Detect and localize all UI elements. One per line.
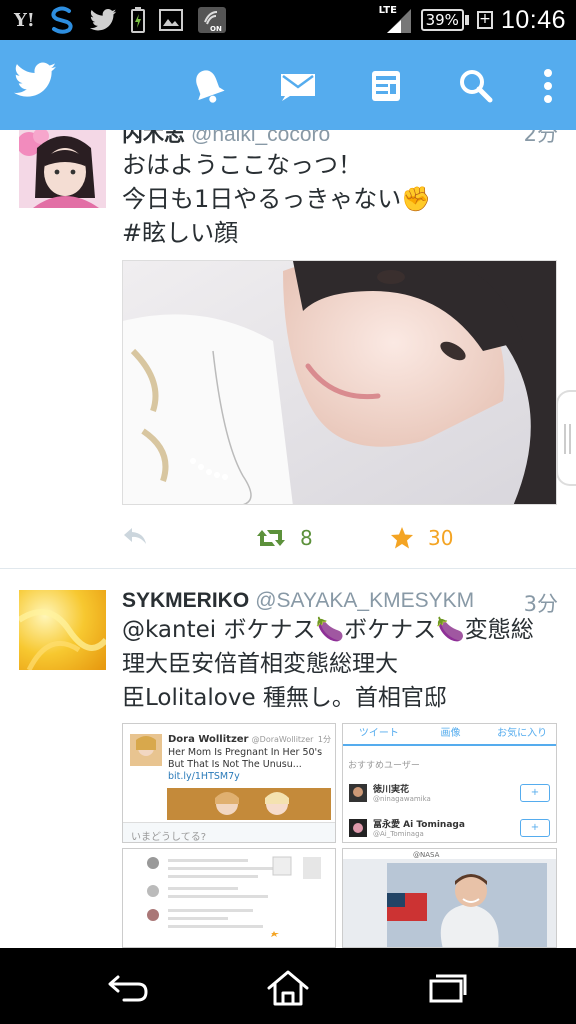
tweet-hashtag[interactable]: #眩しい顔 bbox=[122, 216, 562, 250]
tweet-author-name[interactable]: 内木志 bbox=[122, 130, 185, 146]
embedded-nasa-label: @NASA bbox=[413, 851, 440, 859]
tweet-author-handle[interactable]: @naiki_cocoro bbox=[191, 130, 330, 146]
embedded-tab: 画像 bbox=[440, 728, 461, 739]
tweet-text-line: 臣Lolitalove 種無し。首相官邸 bbox=[122, 685, 447, 711]
tweet-timestamp: 2分 bbox=[523, 130, 558, 146]
embedded-tab: ツイート bbox=[358, 728, 399, 739]
favorite-count: 30 bbox=[428, 526, 454, 550]
s-app-icon bbox=[49, 6, 75, 34]
tweet-photo-4[interactable]: @NASA bbox=[342, 848, 557, 948]
embedded-user-name: 徳川実花 bbox=[373, 785, 410, 795]
embedded-text: Her Mom Is Pregnant In Her 50's But That… bbox=[168, 747, 323, 770]
messages-icon[interactable] bbox=[274, 62, 322, 110]
embedded-user-handle: @Ai_Tominaga bbox=[373, 830, 424, 838]
battery-indicator: 39% bbox=[420, 9, 469, 31]
embedded-user-name: 冨永愛 Ai Tominaga bbox=[373, 820, 465, 830]
tweet-photo-2[interactable]: ツイート 画像 お気に入り おすすめユーザー 徳川実花 @ninagawamik… bbox=[342, 723, 557, 843]
tweet-text-line: 今日も1日やるっきゃない✊ bbox=[122, 185, 432, 213]
tweet-text-line: @kantei ボケナス🍆ボケナス🍆変態総 bbox=[122, 617, 534, 643]
tweet-author-handle[interactable]: @SAYAKA_KMESYKM bbox=[255, 589, 474, 612]
embedded-compose: いまどうしてる? bbox=[131, 832, 207, 843]
embedded-link: bit.ly/1HTSM7y bbox=[168, 771, 240, 782]
retweet-icon bbox=[257, 530, 285, 546]
image-icon bbox=[158, 7, 183, 33]
tweet-actions: 8 30 bbox=[122, 526, 558, 556]
reply-icon bbox=[124, 528, 146, 544]
divider bbox=[0, 568, 576, 569]
timeline: 内木志 @naiki_cocoro 2分 おはようここなっつ！ 今日も1日やるっき… bbox=[0, 130, 576, 948]
lists-icon[interactable] bbox=[362, 62, 410, 110]
tweet-text: おはようここなっつ！ 今日も1日やるっきゃない✊ #眩しい顔 bbox=[122, 148, 562, 250]
notification-icons: Y! ON bbox=[14, 6, 227, 34]
tweet[interactable]: 内木志 @naiki_cocoro 2分 おはようここなっつ！ 今日も1日やるっき… bbox=[0, 130, 576, 568]
twitter-logo-icon[interactable] bbox=[14, 62, 56, 102]
tweet[interactable]: SYKMERIKO @SAYAKA_KMESYKM 3分 @kantei ボケナス… bbox=[0, 580, 576, 948]
navigation-bar bbox=[0, 948, 576, 1024]
tweet-text-line: 理大臣安倍首相変態総理大 bbox=[122, 651, 398, 677]
overflow-menu-icon[interactable] bbox=[524, 62, 572, 110]
tweet-text: @kantei ボケナス🍆ボケナス🍆変態総 理大臣安倍首相変態総理大 臣Loli… bbox=[122, 613, 562, 715]
screen: Y! ON LTE 39% + 10:46 内木志 @naiki_cocoro … bbox=[0, 0, 576, 1024]
reply-button[interactable] bbox=[122, 526, 148, 546]
clock: 10:46 bbox=[500, 5, 566, 34]
embedded-section-title: おすすめユーザー bbox=[348, 761, 420, 771]
tweet-photo-1[interactable]: Dora Wollitzer @DoraWollitzer 1分 Her Mom… bbox=[122, 723, 336, 843]
yahoo-label: Y! bbox=[14, 9, 35, 31]
system-status: LTE 39% + 10:46 bbox=[379, 4, 566, 36]
twitter-icon bbox=[89, 7, 117, 33]
star-icon bbox=[391, 527, 413, 549]
tweet-text-line: おはようここなっつ！ bbox=[122, 151, 362, 179]
tweet-author-name[interactable]: SYKMERIKO bbox=[122, 589, 249, 612]
edge-panel-handle[interactable] bbox=[556, 390, 576, 486]
back-icon[interactable] bbox=[98, 966, 158, 1010]
charging-indicator: + bbox=[476, 11, 493, 29]
notifications-icon[interactable] bbox=[184, 62, 232, 110]
recent-apps-icon[interactable] bbox=[418, 966, 478, 1010]
tweet-photo[interactable] bbox=[122, 260, 557, 505]
embedded-tab: お気に入り bbox=[497, 728, 548, 739]
battery-percent: 39% bbox=[420, 9, 464, 31]
status-bar: Y! ON LTE 39% + 10:46 bbox=[0, 0, 576, 40]
nfc-label: ON bbox=[210, 25, 222, 33]
embedded-handle: @DoraWollitzer bbox=[251, 735, 314, 744]
retweet-button[interactable]: 8 bbox=[256, 526, 313, 550]
embedded-name: Dora Wollitzer bbox=[168, 734, 249, 745]
embedded-time: 1分 bbox=[317, 735, 331, 744]
battery-saver-icon bbox=[130, 7, 145, 33]
tweet-header: 内木志 @naiki_cocoro 2分 bbox=[122, 130, 558, 148]
avatar[interactable] bbox=[19, 130, 106, 208]
favorite-button[interactable]: 30 bbox=[390, 526, 453, 550]
app-bar bbox=[0, 40, 576, 130]
avatar[interactable] bbox=[19, 590, 106, 670]
nfc-on-icon: ON bbox=[197, 7, 227, 33]
search-icon[interactable] bbox=[452, 62, 500, 110]
retweet-count: 8 bbox=[300, 526, 313, 550]
tweet-photo-3[interactable] bbox=[122, 848, 336, 948]
home-icon[interactable] bbox=[258, 966, 318, 1010]
yahoo-icon: Y! bbox=[14, 7, 35, 33]
signal-icon: LTE bbox=[379, 5, 413, 35]
embedded-user-handle: @ninagawamika bbox=[373, 795, 431, 803]
